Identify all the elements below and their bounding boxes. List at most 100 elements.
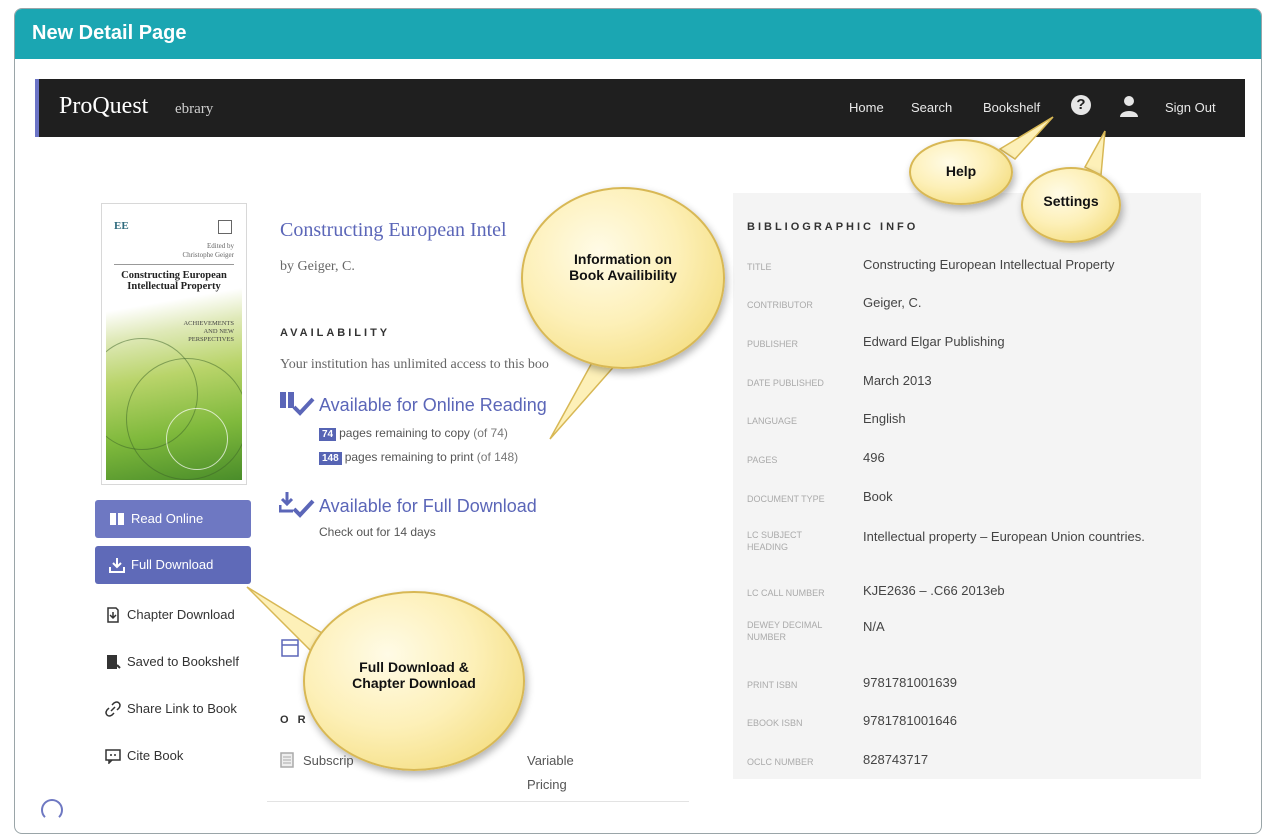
chapter-download-icon[interactable] [105,607,121,623]
cover-subtitle: ACHIEVEMENTS AND NEW PERSPECTIVES [183,320,234,343]
cover-badge-icon [218,220,232,234]
brand-logo[interactable]: ProQuest [59,93,148,120]
biblio-value: Book [863,489,893,504]
order-price-line-1: Variable [527,753,574,768]
cover-decoration [166,408,228,470]
biblio-value: 9781781001639 [863,675,957,690]
download-callout-line-2: Chapter Download [352,675,476,691]
biblio-label: EBOOK ISBN [747,718,803,728]
biblio-label: DATE PUBLISHED [747,378,824,388]
question-circle-icon[interactable]: ? [1071,95,1091,115]
feedback-icon[interactable] [41,799,63,821]
settings-callout-text: Settings [1043,193,1099,209]
quote-icon[interactable] [105,748,121,764]
help-callout: Help [909,139,1013,205]
biblio-value: Edward Elgar Publishing [863,334,1005,349]
partial-heading: E [280,612,291,624]
frame-header: New Detail Page [15,9,1261,59]
full-download-button[interactable]: Full Download [95,546,251,584]
biblio-value: N/A [863,619,885,634]
calendar-icon [281,639,299,657]
nav-search-link[interactable]: Search [911,100,952,115]
biblio-label: OCLC NUMBER [747,757,814,767]
user-icon[interactable] [1119,94,1139,118]
link-icon[interactable] [105,701,121,717]
biblio-label: TITLE [747,262,772,272]
order-price-line-2: Pricing [527,777,567,792]
availability-callout-line-1: Information on [574,251,672,267]
book-open-icon [110,513,124,525]
biblio-label: DOCUMENT TYPE [747,494,825,504]
cover-edited-by: Edited by [206,242,234,250]
brand-subtitle: ebrary [175,101,214,117]
checkout-text: Check out for 14 days [319,525,436,539]
cite-book-link[interactable]: Cite Book [127,748,183,763]
biblio-value: KJE2636 – .C66 2013eb [863,583,1005,598]
book-cover[interactable]: EE Edited by Christophe Geiger Constructi… [101,203,247,485]
nav-home-link[interactable]: Home [849,100,884,115]
cover-title: Constructing European Intellectual Prope… [121,270,227,292]
availability-heading: AVAILABILITY [280,327,391,339]
full-download-label: Full Download [131,557,214,572]
copy-pages-total: (of 74) [473,426,508,440]
order-item: Subscrip [303,753,354,768]
biblio-label: DEWEY DECIMAL NUMBER [747,620,823,642]
online-reading-link[interactable]: Available for Online Reading [319,395,547,416]
download-callout: Full Download & Chapter Download [303,591,525,771]
biblio-value: Constructing European Intellectual Prope… [863,257,1115,272]
biblio-value: March 2013 [863,373,932,388]
share-link-link[interactable]: Share Link to Book [127,701,237,716]
book-author[interactable]: by Geiger, C. [280,259,355,275]
availability-callout: Information on Book Availibility [521,187,725,369]
biblio-value: English [863,411,906,426]
saved-bookshelf-link[interactable]: Saved to Bookshelf [127,654,239,669]
download-callout-line-1: Full Download & [359,659,469,675]
cover-editor-name: Christophe Geiger [182,251,234,259]
cover-editor: Edited by Christophe Geiger [182,242,234,260]
settings-callout: Settings [1021,167,1121,243]
document-icon [280,752,294,768]
copy-pages-line: 74 pages remaining to copy (of 74) [319,426,508,441]
book-title: Constructing European Intel [280,219,507,241]
copy-pages-badge: 74 [319,428,337,441]
nav-bookshelf-link[interactable]: Bookshelf [983,100,1040,115]
biblio-value: 828743717 [863,752,929,767]
print-pages-text: pages remaining to print [344,450,474,464]
biblio-label: CONTRIBUTOR [747,300,813,310]
biblio-label: PUBLISHER [747,339,799,349]
biblio-heading: BIBLIOGRAPHIC INFO [747,221,919,233]
print-pages-total: (of 148) [476,450,519,464]
chapter-download-link[interactable]: Chapter Download [127,607,235,622]
sign-out-link[interactable]: Sign Out [1165,100,1216,115]
page-frame: New Detail Page ProQuest ebrary Home Sea… [14,8,1262,834]
biblio-value[interactable]: Geiger, C. [863,295,1183,310]
bibliographic-info-panel: BIBLIOGRAPHIC INFO TITLE Constructing Eu… [733,193,1201,779]
order-heading: O R [280,714,309,726]
availability-callout-line-2: Book Availibility [569,267,677,283]
availability-text: Your institution has unlimited access to… [280,357,549,372]
print-pages-line: 148 pages remaining to print (of 148) [319,450,518,465]
cover-divider [114,264,234,265]
biblio-value: 9781781001646 [863,713,957,728]
help-callout-text: Help [945,163,977,179]
bookshelf-icon[interactable] [105,654,121,670]
cover-publisher: EE [114,220,129,232]
read-online-button[interactable]: Read Online [95,500,251,538]
book-check-icon [280,392,315,416]
download-check-icon [279,492,315,518]
order-divider [267,801,689,802]
full-download-link[interactable]: Available for Full Download [319,496,537,517]
biblio-value: 496 [863,450,885,465]
download-icon [109,558,125,573]
read-online-label: Read Online [131,511,204,526]
biblio-label: LC CALL NUMBER [747,588,825,598]
biblio-label: LC SUBJECT HEADING [747,530,802,552]
print-pages-badge: 148 [319,452,342,465]
frame-title: New Detail Page [32,22,187,44]
biblio-value[interactable]: Intellectual property – European Union c… [863,529,1183,544]
biblio-label: PRINT ISBN [747,680,798,690]
top-nav: ProQuest ebrary Home Search Bookshelf ? … [35,79,1245,137]
copy-pages-text: pages remaining to copy [339,426,470,440]
biblio-label: PAGES [747,455,778,465]
book-cover-art: EE Edited by Christophe Geiger Constructi… [106,208,242,480]
